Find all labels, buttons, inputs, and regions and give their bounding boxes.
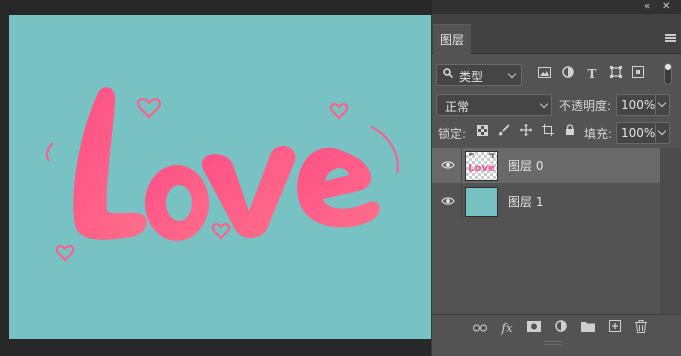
heart-doodle	[137, 98, 161, 119]
panel-menu-icon[interactable]	[665, 34, 676, 42]
fill-field[interactable]: 100%	[616, 122, 670, 144]
fx-icon[interactable]: fx	[499, 320, 515, 336]
type-filter-icon[interactable]: T	[584, 66, 600, 82]
chevron-down-icon	[657, 126, 667, 136]
opacity-value: 100%	[621, 98, 656, 112]
love-artwork	[45, 87, 399, 262]
filter-toggle[interactable]	[664, 63, 672, 85]
folder-icon[interactable]	[580, 320, 596, 336]
layers-panel: « ✕ 图层 类型 T 正常 不透明度: 100% 锁定: 填充: 100% L…	[431, 0, 681, 356]
layer-thumbnail: Love	[465, 151, 498, 181]
eye-icon[interactable]	[441, 194, 455, 208]
curl-stroke	[45, 142, 54, 162]
chevron-down-icon	[657, 98, 667, 108]
layers-footer: fx	[432, 314, 681, 340]
blend-mode-select[interactable]: 正常	[436, 94, 552, 116]
svg-text:Love: Love	[468, 163, 495, 174]
collapse-icon[interactable]: «	[644, 1, 650, 13]
photoshop-window: « ✕ 图层 类型 T 正常 不透明度: 100% 锁定: 填充: 100% L…	[0, 0, 681, 356]
curl-stroke	[370, 126, 399, 174]
trash-icon[interactable]	[633, 320, 649, 336]
close-icon[interactable]: ✕	[662, 1, 670, 13]
lock-all-icon[interactable]	[562, 124, 578, 140]
layers-scrollbar[interactable]	[660, 148, 681, 314]
lock-row: 锁定: 填充: 100%	[432, 120, 681, 146]
chevron-down-icon	[539, 99, 549, 109]
tab-layers[interactable]: 图层	[433, 24, 471, 54]
heart-doodle	[329, 103, 349, 120]
letter-e	[297, 147, 380, 228]
chevron-down-icon	[507, 69, 517, 79]
fill-value: 100%	[621, 126, 656, 140]
fill-label: 填充:	[584, 127, 613, 141]
heart-doodle	[211, 223, 231, 240]
resize-grip[interactable]	[544, 341, 562, 345]
document-canvas[interactable]	[9, 15, 431, 339]
layer-name: 图层 0	[508, 159, 544, 173]
blend-row: 正常 不透明度: 100%	[432, 90, 681, 118]
divider	[461, 148, 462, 183]
panel-header-strip: « ✕	[432, 0, 681, 14]
letter-l	[73, 87, 148, 240]
search-icon	[443, 68, 454, 81]
layer-row[interactable]: Love 图层 0	[432, 148, 660, 183]
fill-dropdown[interactable]	[655, 123, 669, 143]
image-filter-icon[interactable]	[536, 66, 552, 82]
layer-name: 图层 1	[508, 195, 544, 209]
lock-label: 锁定:	[438, 127, 467, 141]
lock-position-move-icon[interactable]	[518, 124, 534, 140]
shape-filter-icon[interactable]	[608, 66, 624, 82]
tab-bar: 图层	[432, 14, 681, 54]
filter-kind-label: 类型	[459, 70, 484, 84]
mask-icon[interactable]	[526, 320, 542, 336]
new-layer-icon[interactable]	[607, 320, 623, 336]
lock-pixels-brush-icon[interactable]	[496, 124, 512, 140]
opacity-dropdown[interactable]	[655, 95, 669, 115]
lock-transparent-icon[interactable]	[474, 124, 490, 140]
eye-icon[interactable]	[441, 158, 455, 172]
adjustment-filter-icon[interactable]	[560, 66, 576, 82]
opacity-field[interactable]: 100%	[616, 94, 670, 116]
adjustment-icon[interactable]	[553, 320, 569, 336]
divider	[461, 184, 462, 219]
blend-mode-value: 正常	[445, 100, 470, 114]
link-icon[interactable]	[472, 320, 488, 336]
layer-row[interactable]: 图层 1	[432, 184, 660, 219]
smart-object-filter-icon[interactable]	[630, 66, 646, 82]
heart-doodle	[55, 245, 75, 262]
filter-kind-select[interactable]: 类型	[436, 64, 522, 86]
filter-row: 类型 T	[432, 60, 681, 88]
lock-artboard-icon[interactable]	[540, 124, 556, 140]
layer-thumbnail	[465, 187, 498, 217]
opacity-label: 不透明度:	[559, 99, 612, 113]
